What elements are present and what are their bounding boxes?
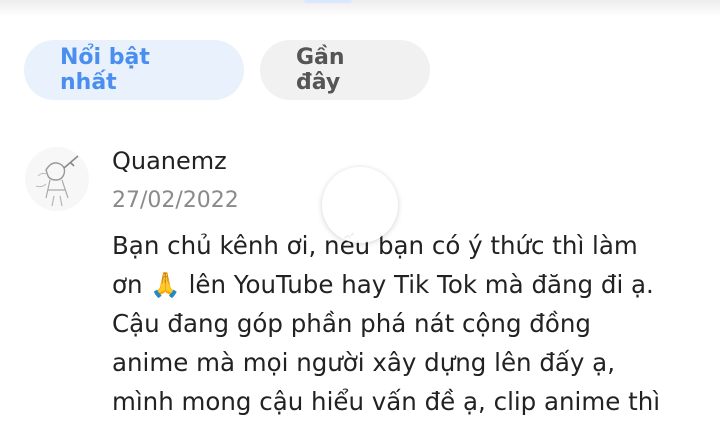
top-accent-indicator [304, 0, 352, 3]
sort-tabs: Nổi bật nhất Gần đây [24, 40, 430, 100]
comment-text-line: Bạn chủ kênh ơi, nếu bạn có ý thức thì l… [112, 231, 638, 260]
comment-text-line: mình mong cậu hiểu vấn đề ạ, clip anime … [112, 387, 661, 416]
comment-text: Bạn chủ kênh ơi, nếu bạn có ý thức thì l… [112, 226, 712, 421]
comment-date: 27/02/2022 [112, 188, 239, 213]
scrolled-edge [0, 0, 720, 16]
comment-text-line: Cậu đang góp phần phá nát cộng đồng [112, 309, 591, 338]
tab-featured[interactable]: Nổi bật nhất [24, 40, 244, 100]
avatar[interactable] [24, 146, 90, 212]
avatar-sketch-icon [25, 147, 89, 211]
tab-recent[interactable]: Gần đây [260, 40, 430, 100]
comment-body: Quanemz 27/02/2022 Bạn chủ kênh ơi, nếu … [112, 140, 712, 421]
comment-text-line: anime mà mọi người xây dựng lên đấy ạ, [112, 348, 615, 377]
touch-indicator [322, 167, 398, 243]
comment-username[interactable]: Quanemz [112, 144, 712, 178]
comment-text-line: ơn 🙏 lên YouTube hay Tik Tok mà đăng đi … [112, 270, 654, 299]
